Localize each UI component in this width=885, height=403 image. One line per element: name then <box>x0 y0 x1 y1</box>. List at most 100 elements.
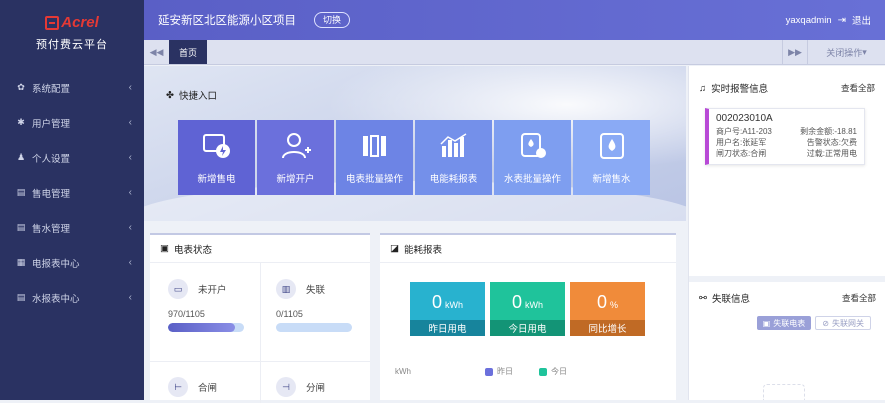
list-icon: ▤ <box>16 292 26 302</box>
logout-icon[interactable]: ⇥ <box>838 15 846 26</box>
meter-stat-value: 970/1105 <box>168 309 205 319</box>
alarm-header: ♫ 实时报警信息 查看全部 <box>689 74 885 102</box>
logout-button[interactable]: 退出 <box>852 13 871 27</box>
meter-stat-switch-off[interactable]: ⊣ 分闸 <box>270 377 378 397</box>
stat-unit: % <box>610 300 619 310</box>
energy-report-title: 能耗报表 <box>403 244 442 256</box>
alarm-overload: 过载:正常用电 <box>806 149 857 158</box>
meter-status-header: ▣ 电表状态 <box>150 235 370 263</box>
quick-tile-new-account[interactable]: 新增开户 <box>257 120 334 195</box>
stat-label: 同比增长 <box>570 320 645 336</box>
meter-stat-unopened[interactable]: ▭ 未开户 970/1105 <box>162 279 270 332</box>
legend-today[interactable]: 今日 <box>539 366 567 377</box>
sidebar-item-power-sales[interactable]: ▤ 售电管理 ‹ <box>0 175 144 210</box>
meter-status-title: 电表状态 <box>173 244 212 256</box>
chevron-left-icon: ‹ <box>128 292 132 303</box>
chevron-left-icon: ‹ <box>128 187 132 198</box>
brand: Acrel 预付费云平台 <box>0 0 144 66</box>
tile-label: 电表批量操作 <box>345 173 403 185</box>
gear-icon: ✿ <box>17 82 25 92</box>
acrel-logo: Acrel <box>45 14 99 31</box>
legend-yesterday[interactable]: 昨日 <box>485 366 513 377</box>
sidebar-item-label: 用户管理 <box>32 118 71 130</box>
lost-gateway-button[interactable]: ⊘ 失联网关 <box>815 316 871 330</box>
alarm-switch-state: 闸刀状态:合闸 <box>716 149 767 158</box>
tile-label: 水表批量操作 <box>503 173 561 185</box>
meter-stat-switch-on[interactable]: ⊢ 合闸 <box>162 377 270 397</box>
sell-power-icon <box>202 131 232 161</box>
alarm-item[interactable]: 002023010A 商户号:A11-203 剩余金额:-18.81 用户名:张延… <box>705 108 865 165</box>
meter-stat-value: 0/1105 <box>276 309 303 319</box>
tab-home[interactable]: 首页 <box>169 40 208 64</box>
quick-entry-panel: ✤ 快捷入口 新增售电 新增开户 电表批量操作 电能耗报表 水表批量操作 新增售… <box>144 66 686 221</box>
sidebar-item-water-reports[interactable]: ▤ 水报表中心 ‹ <box>0 280 144 315</box>
alarm-state: 告警状态:欠费 <box>806 138 857 147</box>
quick-tile-meter-batch[interactable]: 电表批量操作 <box>336 120 413 195</box>
quick-tile-energy-report[interactable]: 电能耗报表 <box>415 120 492 195</box>
stat-label: 今日用电 <box>490 320 565 336</box>
meter-status-icon: ▣ <box>160 243 169 254</box>
chevron-left-icon: ‹ <box>128 82 132 93</box>
sidebar-item-label: 售电管理 <box>32 188 71 200</box>
lost-meter-label: 失联电表 <box>773 318 806 328</box>
meter-stat-label: 合闸 <box>198 383 218 394</box>
meter-batch-icon <box>360 131 390 161</box>
sidebar-item-label: 电报表中心 <box>32 258 80 270</box>
stat-value: 0 <box>596 292 607 312</box>
link-broken-icon: ⚯ <box>699 292 707 304</box>
sidebar-item-user-management[interactable]: ✱ 用户管理 ‹ <box>0 105 144 140</box>
quick-entry-title-text: 快捷入口 <box>178 91 217 102</box>
alarm-view-all-link[interactable]: 查看全部 <box>841 82 875 94</box>
sidebar-item-system-config[interactable]: ✿ 系统配置 ‹ <box>0 70 144 105</box>
close-tabs-dropdown[interactable]: 关闭操作 ▾ <box>807 40 885 64</box>
meter-status-grid: ▭ 未开户 970/1105 ▥ 失联 0/1105 ⊢ 合闸 ⊣ 分闸 <box>150 263 370 403</box>
bar-chart-icon <box>439 131 469 161</box>
project-title: 延安新区北区能源小区项目 <box>158 15 296 27</box>
divider <box>150 361 370 362</box>
quick-tile-water-batch[interactable]: 水表批量操作 <box>494 120 571 195</box>
chevron-left-icon: ‹ <box>128 257 132 268</box>
chevron-left-icon: ‹ <box>128 222 132 233</box>
switch-project-button[interactable]: 切换 <box>314 12 351 28</box>
meter-stat-label: 未开户 <box>198 285 227 296</box>
chevron-left-icon: ‹ <box>128 117 132 128</box>
alarm-house-no: 商户号:A11-203 <box>716 127 772 136</box>
energy-chart-legend: kWh 昨日 今日 <box>395 366 665 377</box>
quick-tile-new-water-sale[interactable]: 新增售水 <box>573 120 650 195</box>
sidebar-menu: ✿ 系统配置 ‹ ✱ 用户管理 ‹ ♟ 个人设置 ‹ ▤ 售电管理 ‹ ▤ 售水… <box>0 70 144 315</box>
logo-mark-icon <box>45 15 60 30</box>
gateway-icon: ⊘ <box>822 318 829 328</box>
bell-icon: ♫ <box>699 82 707 94</box>
legend-label: 今日 <box>551 367 567 376</box>
energy-report-card: ◪ 能耗报表 0 kWh 昨日用电 0 kWh 今日用电 0% 同比增长 kWh 昨… <box>380 233 676 400</box>
stat-value: 0 <box>511 292 522 312</box>
legend-swatch <box>485 367 493 376</box>
alarm-code: 002023010A <box>716 113 773 124</box>
tab-spacer <box>207 40 782 64</box>
sidebar-item-power-reports[interactable]: ▦ 电报表中心 ‹ <box>0 245 144 280</box>
platform-name: 预付费云平台 <box>36 39 108 51</box>
chevron-left-icon: ‹ <box>128 152 132 163</box>
grid-icon: ▦ <box>16 257 26 267</box>
sidebar-item-water-sales[interactable]: ▤ 售水管理 ‹ <box>0 210 144 245</box>
stat-unit: kWh <box>525 300 543 310</box>
divider <box>689 276 885 282</box>
tab-scroll-left-button[interactable]: ◀◀ <box>144 40 169 64</box>
add-user-icon <box>281 131 311 161</box>
meter-stat-offline[interactable]: ▥ 失联 0/1105 <box>270 279 378 332</box>
meter-stat-label: 分闸 <box>306 383 326 394</box>
tab-scroll-right-button[interactable]: ▶▶ <box>782 40 807 64</box>
lost-meter-button[interactable]: ▣ 失联电表 <box>756 316 812 330</box>
lost-contact-view-all-link[interactable]: 查看全部 <box>842 292 876 304</box>
username[interactable]: yaxqadmin <box>786 15 832 26</box>
legend-swatch <box>539 367 547 376</box>
sidebar-item-personal-settings[interactable]: ♟ 个人设置 ‹ <box>0 140 144 175</box>
meter-card-icon: ▭ <box>168 279 188 299</box>
water-drop-icon <box>597 131 627 161</box>
stat-yoy-growth: 0% 同比增长 <box>570 282 645 336</box>
person-icon: ♟ <box>16 152 26 162</box>
quick-tile-new-power-sale[interactable]: 新增售电 <box>178 120 255 195</box>
quick-entry-title: ✤ 快捷入口 <box>166 88 217 103</box>
quick-entry-tiles: 新增售电 新增开户 电表批量操作 电能耗报表 水表批量操作 新增售水 <box>178 120 650 195</box>
alarm-balance: 剩余金额:-18.81 <box>800 127 857 136</box>
